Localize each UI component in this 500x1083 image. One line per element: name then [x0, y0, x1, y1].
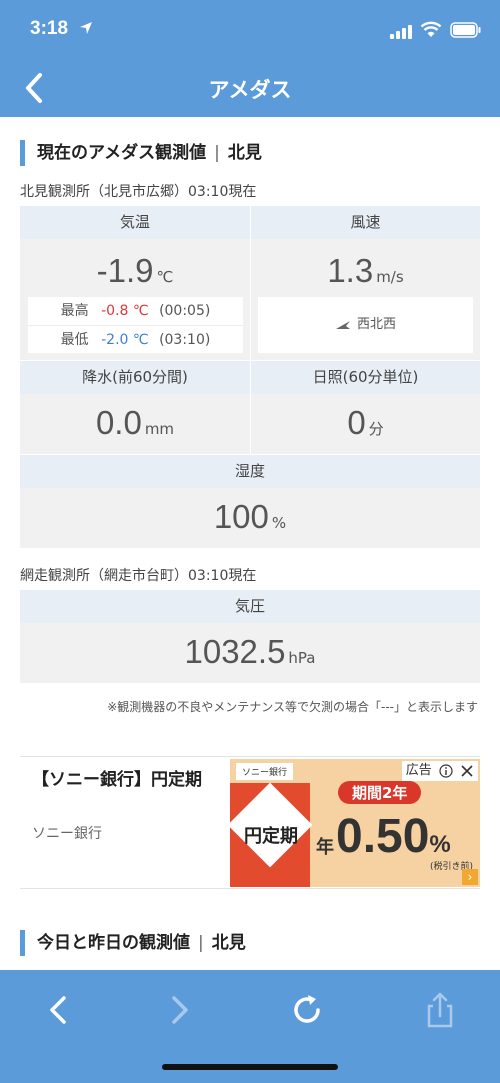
- reload-button[interactable]: [286, 990, 330, 1030]
- top-bar: 3:18 アメダス: [0, 0, 500, 117]
- temperature-value: -1.9 ℃: [96, 252, 174, 289]
- section-title: 現在のアメダス観測値: [37, 143, 207, 163]
- ad-badge[interactable]: 広告: [401, 761, 478, 781]
- wind-value: 1.3 m/s: [327, 252, 404, 289]
- humidity-label: 湿度: [20, 455, 480, 488]
- share-button[interactable]: [418, 990, 462, 1030]
- divider: |: [198, 933, 204, 953]
- ad-advertiser: ソニー銀行: [32, 826, 102, 842]
- section-heading-current: 現在のアメダス観測値 | 北見: [20, 140, 262, 166]
- chevron-left-icon: [50, 996, 66, 1024]
- ad-period: 期間2年: [338, 781, 422, 804]
- ad-title[interactable]: 【ソニー銀行】円定期: [32, 767, 232, 794]
- wind-arrow-icon: [335, 320, 350, 329]
- ad-year-label: 年: [316, 837, 334, 858]
- station-label-abashiri: 網走観測所（網走市台町）03:10現在: [20, 568, 257, 584]
- close-icon[interactable]: [460, 764, 474, 778]
- wifi-icon: [420, 21, 442, 42]
- humidity-cell: 湿度 100%: [20, 455, 480, 548]
- pressure-label: 気圧: [20, 590, 480, 623]
- sunshine-value: 0分: [347, 404, 384, 441]
- divider: |: [214, 143, 220, 163]
- precipitation-value: 0.0 mm: [95, 404, 175, 441]
- cellular-signal-icon: [390, 24, 414, 43]
- browser-forward-button[interactable]: [158, 990, 202, 1030]
- ad-banner[interactable]: 【ソニー銀行】円定期 ソニー銀行 円定期 ソニー銀行 期間2年 年 0.50% …: [20, 756, 480, 889]
- section-heading-today-yesterday: 今日と昨日の観測値 | 北見: [20, 930, 246, 956]
- status-time: 3:18: [30, 18, 69, 39]
- wind-direction: 西北西: [258, 297, 473, 353]
- reload-icon: [294, 995, 320, 1023]
- section-place: 北見: [227, 143, 262, 163]
- ad-product: 円定期: [244, 826, 298, 847]
- info-icon[interactable]: [439, 763, 453, 778]
- precipitation-cell: 降水(前60分間) 0.0 mm: [20, 361, 250, 454]
- location-arrow-icon: [78, 20, 94, 40]
- station-label-kitami: 北見観測所（北見市広郷）03:10現在: [20, 184, 257, 200]
- pressure-cell: 気圧 1032.5 hPa: [20, 590, 480, 683]
- ad-rate: 0.50%: [336, 810, 451, 863]
- wind-label: 風速: [251, 206, 480, 239]
- ad-image[interactable]: 円定期 ソニー銀行 期間2年 年 0.50% (税引き前) 広告 ›: [230, 759, 480, 887]
- ad-chevron-right-icon[interactable]: ›: [462, 869, 478, 885]
- battery-icon: [450, 22, 482, 42]
- humidity-value: 100%: [213, 498, 287, 535]
- precipitation-label: 降水(前60分間): [20, 361, 250, 394]
- status-bar: 3:18: [0, 0, 500, 58]
- ad-bank-logo: ソニー銀行: [236, 763, 294, 780]
- sunshine-label: 日照(60分単位): [251, 361, 480, 394]
- browser-back-button[interactable]: [38, 990, 82, 1030]
- chevron-right-icon: [172, 996, 188, 1024]
- missing-data-note: ※観測機器の不良やメンテナンス等で欠測の場合「---」と表示します: [107, 700, 478, 714]
- home-indicator: [162, 1064, 338, 1070]
- min-temperature-row: 最低 -2.0 ℃ (03:10): [28, 325, 243, 353]
- section-title: 今日と昨日の観測値: [37, 933, 190, 953]
- temperature-minmax: 最高 -0.8 ℃ (00:05) 最低 -2.0 ℃ (03:10): [28, 297, 243, 353]
- section-place: 北見: [211, 933, 246, 953]
- max-temperature-row: 最高 -0.8 ℃ (00:05): [60, 303, 211, 319]
- share-icon: [427, 992, 453, 1028]
- temperature-cell: 気温 -1.9 ℃ 最高 -0.8 ℃ (00:05) 最低 -2.0 ℃ (03…: [20, 206, 250, 360]
- temperature-label: 気温: [20, 206, 250, 239]
- pressure-value: 1032.5 hPa: [184, 633, 316, 670]
- sunshine-cell: 日照(60分単位) 0分: [251, 361, 480, 454]
- page-title: アメダス: [208, 78, 292, 102]
